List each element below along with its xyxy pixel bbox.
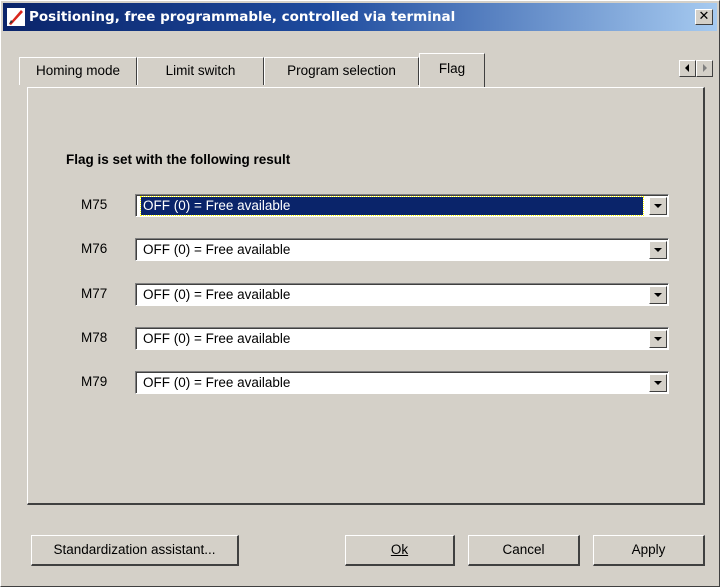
chevron-down-icon <box>654 381 662 385</box>
ok-button[interactable]: Ok <box>345 535 455 566</box>
dropdown-button[interactable] <box>649 330 667 348</box>
combo-m75[interactable]: OFF (0) = Free available <box>135 194 669 217</box>
window-title: Positioning, free programmable, controll… <box>29 9 456 25</box>
cancel-label: Cancel <box>502 542 545 557</box>
tab-homing-mode[interactable]: Homing mode <box>19 57 137 85</box>
arrow-right-icon <box>703 64 707 72</box>
combo-m79[interactable]: OFF (0) = Free available <box>135 371 669 394</box>
chevron-down-icon <box>654 204 662 208</box>
arrow-left-icon <box>685 64 689 72</box>
combo-frame: OFF (0) = Free available <box>136 328 668 349</box>
combo-m77[interactable]: OFF (0) = Free available <box>135 283 669 306</box>
dropdown-button[interactable] <box>649 286 667 304</box>
title-bar[interactable]: Positioning, free programmable, controll… <box>3 3 717 31</box>
chevron-down-icon <box>654 337 662 341</box>
combo-frame: OFF (0) = Free available <box>136 239 668 260</box>
standardization-assistant-button[interactable]: Standardization assistant... <box>31 535 239 566</box>
tab-scroll-left-button[interactable] <box>679 60 696 77</box>
combo-value: OFF (0) = Free available <box>143 287 291 302</box>
dropdown-button[interactable] <box>649 374 667 392</box>
combo-value: OFF (0) = Free available <box>143 375 291 390</box>
tab-limit-switch[interactable]: Limit switch <box>137 57 264 85</box>
apply-label: Apply <box>631 542 666 557</box>
tab-strip: Homing mode Limit switch Program selecti… <box>19 53 699 87</box>
row-label-m79: M79 <box>81 374 108 389</box>
combo-frame: OFF (0) = Free available <box>136 195 668 216</box>
app-icon <box>7 8 25 26</box>
row-label-m78: M78 <box>81 330 108 345</box>
tab-scroll-right-button[interactable] <box>696 60 713 77</box>
section-label: Flag is set with the following result <box>66 152 291 167</box>
dropdown-button[interactable] <box>649 197 667 215</box>
dialog-window: Positioning, free programmable, controll… <box>0 0 720 587</box>
tab-flag[interactable]: Flag <box>419 53 485 87</box>
close-button[interactable]: ✕ <box>695 9 713 25</box>
chevron-down-icon <box>654 248 662 252</box>
combo-m78[interactable]: OFF (0) = Free available <box>135 327 669 350</box>
tab-program-selection[interactable]: Program selection <box>264 57 419 85</box>
combo-value: OFF (0) = Free available <box>143 331 291 346</box>
ok-label: Ok <box>390 542 409 557</box>
combo-m76[interactable]: OFF (0) = Free available <box>135 238 669 261</box>
combo-value: OFF (0) = Free available <box>143 242 291 257</box>
cancel-button[interactable]: Cancel <box>468 535 580 566</box>
apply-button[interactable]: Apply <box>593 535 705 566</box>
dropdown-button[interactable] <box>649 241 667 259</box>
row-label-m77: M77 <box>81 286 108 301</box>
combo-frame: OFF (0) = Free available <box>136 284 668 305</box>
combo-frame: OFF (0) = Free available <box>136 372 668 393</box>
chevron-down-icon <box>654 293 662 297</box>
row-label-m76: M76 <box>81 241 108 256</box>
combo-value: OFF (0) = Free available <box>140 196 644 216</box>
row-label-m75: M75 <box>81 197 108 212</box>
